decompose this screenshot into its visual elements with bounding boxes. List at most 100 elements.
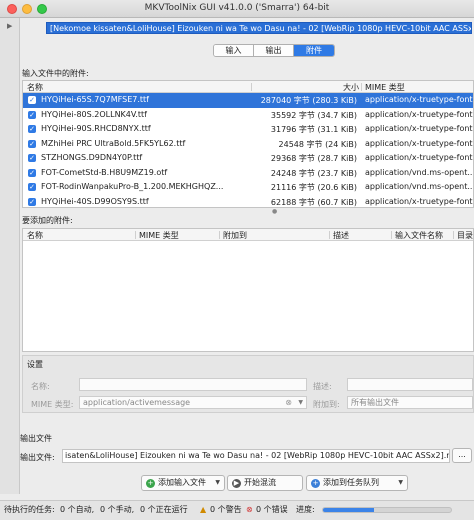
- added-attachments-table[interactable]: 名称 MIME 类型 附加到 描述 输入文件名称 目录: [22, 228, 474, 352]
- attachment-name: FOT-CometStd-B.H8U9MZ19.otf: [41, 167, 168, 177]
- warning-icon[interactable]: ▲: [200, 501, 206, 519]
- input-attachments-table[interactable]: 名称 大小 MIME 类型 ✓ HYQiHei-65S.7Q7MFSE7.ttf 2…: [22, 80, 474, 208]
- tab-attachments[interactable]: 附件: [294, 45, 334, 56]
- running-count: 0 个正在运行: [140, 505, 188, 514]
- add-source-files-button[interactable]: + 添加输入文件 ▼: [141, 475, 225, 491]
- attachment-checkbox[interactable]: ✓: [28, 110, 36, 119]
- chevron-down-icon[interactable]: ▼: [215, 476, 220, 490]
- attachment-size: 287040 字节 (280.3 KiB): [260, 96, 357, 105]
- column-attach-to[interactable]: 附加到: [223, 230, 247, 241]
- attachment-checkbox[interactable]: ✓: [28, 197, 36, 206]
- attachment-size: 21116 字节 (20.6 KiB): [270, 183, 357, 192]
- attachment-checkbox[interactable]: ✓: [28, 154, 36, 162]
- attachment-mime: application/x-truetype-font: [365, 95, 473, 104]
- errors-count[interactable]: 0 个错误: [256, 501, 288, 519]
- column-size[interactable]: 大小: [343, 82, 359, 93]
- attachment-size: 29368 字节 (28.7 KiB): [270, 154, 357, 163]
- attachment-name: FOT-RodinWanpakuPro-B_1.200.MEKHGHQZ...: [41, 182, 224, 191]
- attachment-name: HYQiHei-80S.2OLLNK4V.ttf: [41, 109, 147, 119]
- mime-type-label: MIME 类型:: [31, 400, 74, 409]
- pending-manual-count: 0 个手动,: [100, 505, 135, 514]
- attachment-mime: application/x-truetype-font: [365, 109, 473, 119]
- attachment-size: 35592 字节 (34.7 KiB): [270, 110, 357, 120]
- attachment-row[interactable]: ✓ HYQiHei-65S.7Q7MFSE7.ttf 287040 字节 (280.…: [23, 93, 473, 108]
- output-section-label: 输出文件: [20, 434, 52, 443]
- description-label: 描述:: [313, 382, 332, 391]
- settings-group: 设置 名称: 描述: MIME 类型: application/activeme…: [22, 355, 474, 413]
- attachment-mime: application/vnd.ms-opent...: [365, 182, 474, 191]
- add-to-job-queue-button[interactable]: + 添加到任务队列 ▼: [306, 475, 408, 491]
- column-mime[interactable]: MIME 类型: [139, 230, 179, 241]
- attachment-row[interactable]: ✓ STZHONGS.D9DN4Y0P.ttf 29368 字节 (28.7 KiB…: [23, 151, 473, 166]
- current-file-selector[interactable]: [Nekomoe kissaten&LoliHouse] Eizouken ni…: [46, 22, 472, 34]
- attachment-size: 24548 字节 (24 KiB): [278, 139, 357, 149]
- attachment-row[interactable]: ✓ HYQiHei-80S.2OLLNK4V.ttf 35592 字节 (34.7 …: [23, 108, 473, 123]
- attachment-row[interactable]: ✓ FOT-RodinWanpakuPro-B_1.200.MEKHGHQZ...…: [23, 180, 473, 195]
- progress-label: 进度:: [296, 505, 315, 514]
- output-file-input[interactable]: isaten&LoliHouse] Eizouken ni wa Te wo D…: [62, 449, 450, 463]
- attachment-size: 31796 字节 (31.1 KiB): [270, 125, 357, 134]
- attach-to-select[interactable]: 所有输出文件: [347, 396, 473, 409]
- attachment-size: 62188 字节 (60.7 KiB): [270, 197, 357, 207]
- attachment-checkbox[interactable]: ✓: [28, 168, 36, 177]
- column-description[interactable]: 描述: [333, 230, 349, 241]
- chevron-down-icon[interactable]: ▼: [298, 397, 303, 408]
- attachment-size: 24248 字节 (23.7 KiB): [270, 168, 357, 178]
- tab-input[interactable]: 输入: [214, 45, 254, 56]
- warnings-count[interactable]: 0 个警告: [210, 501, 242, 519]
- description-field[interactable]: [347, 378, 473, 391]
- tab-bar: 输入 输出 附件: [213, 44, 335, 57]
- column-mime[interactable]: MIME 类型: [365, 82, 405, 93]
- start-muxing-button[interactable]: ▶ 开始混流: [227, 475, 303, 491]
- added-attachments-label: 要添加的附件:: [22, 216, 73, 225]
- plus-icon: +: [146, 478, 155, 488]
- input-attachments-header: 名称 大小 MIME 类型: [23, 81, 473, 93]
- attachment-mime: application/vnd.ms-opent...: [365, 167, 474, 177]
- attachment-name: STZHONGS.D9DN4Y0P.ttf: [41, 153, 143, 162]
- tool-selector-panel[interactable]: ▶: [0, 18, 20, 494]
- attachment-row[interactable]: ✓ MZhiHei PRC UltraBold.5FK5YL62.ttf 24548…: [23, 137, 473, 152]
- attachment-row[interactable]: ✓ HYQiHei-90S.RHCD8NYX.ttf 31796 字节 (31.1 …: [23, 122, 473, 137]
- name-label: 名称:: [31, 382, 50, 391]
- browse-output-button[interactable]: ...: [452, 448, 472, 463]
- attachment-checkbox[interactable]: ✓: [28, 183, 36, 191]
- attachment-mime: application/x-truetype-font: [365, 153, 473, 162]
- attachment-name: HYQiHei-40S.D99OSY9S.ttf: [41, 196, 149, 206]
- tab-output[interactable]: 输出: [254, 45, 294, 56]
- column-directory[interactable]: 目录: [457, 230, 473, 241]
- play-icon: ▶: [232, 478, 241, 488]
- attachment-row[interactable]: ✓ HYQiHei-40S.D99OSY9S.ttf 62188 字节 (60.7 …: [23, 195, 473, 208]
- column-name[interactable]: 名称: [27, 82, 43, 93]
- attachment-checkbox[interactable]: ✓: [28, 139, 36, 148]
- clear-icon[interactable]: ⊗: [285, 397, 292, 408]
- attachment-row[interactable]: ✓ FOT-CometStd-B.H8U9MZ19.otf 24248 字节 (23…: [23, 166, 473, 181]
- attachment-mime: application/x-truetype-font: [365, 196, 473, 206]
- attachment-checkbox[interactable]: ✓: [28, 125, 36, 133]
- attachment-mime: application/x-truetype-font: [365, 124, 473, 133]
- name-field[interactable]: [79, 378, 307, 391]
- progress-bar: [322, 507, 452, 513]
- splitter-handle[interactable]: ●: [272, 208, 277, 215]
- pending-jobs-label: 待执行的任务:: [4, 505, 55, 514]
- window-title: MKVToolNix GUI v41.0.0 ('Smarra') 64-bit: [144, 3, 330, 13]
- attachment-checkbox[interactable]: ✓: [28, 96, 36, 104]
- expand-arrow-icon[interactable]: ▶: [7, 22, 12, 30]
- column-input-file[interactable]: 输入文件名称: [395, 230, 443, 241]
- attachment-name: HYQiHei-90S.RHCD8NYX.ttf: [41, 124, 151, 133]
- attachment-name: MZhiHei PRC UltraBold.5FK5YL62.ttf: [41, 138, 186, 148]
- input-attachments-label: 输入文件中的附件:: [22, 69, 89, 78]
- pending-auto-count: 0 个自动,: [60, 505, 95, 514]
- attach-to-label: 附加到:: [313, 400, 340, 409]
- attachment-mime: application/x-truetype-font: [365, 138, 473, 148]
- chevron-down-icon[interactable]: ▼: [398, 476, 403, 490]
- add-to-queue-icon: +: [311, 478, 320, 488]
- title-bar: MKVToolNix GUI v41.0.0 ('Smarra') 64-bit: [0, 0, 474, 18]
- error-icon[interactable]: ⊗: [246, 501, 253, 519]
- status-bar: 待执行的任务: 0 个自动, 0 个手动, 0 个正在运行 ▲ 0 个警告 ⊗ …: [0, 500, 474, 520]
- added-attachments-header: 名称 MIME 类型 附加到 描述 输入文件名称 目录: [23, 229, 473, 241]
- mime-type-select[interactable]: application/activemessage ⊗ ▼: [79, 396, 307, 409]
- settings-label: 设置: [27, 360, 43, 369]
- output-file-label: 输出文件:: [20, 453, 55, 462]
- attachment-name: HYQiHei-65S.7Q7MFSE7.ttf: [41, 95, 149, 104]
- column-name[interactable]: 名称: [27, 230, 43, 241]
